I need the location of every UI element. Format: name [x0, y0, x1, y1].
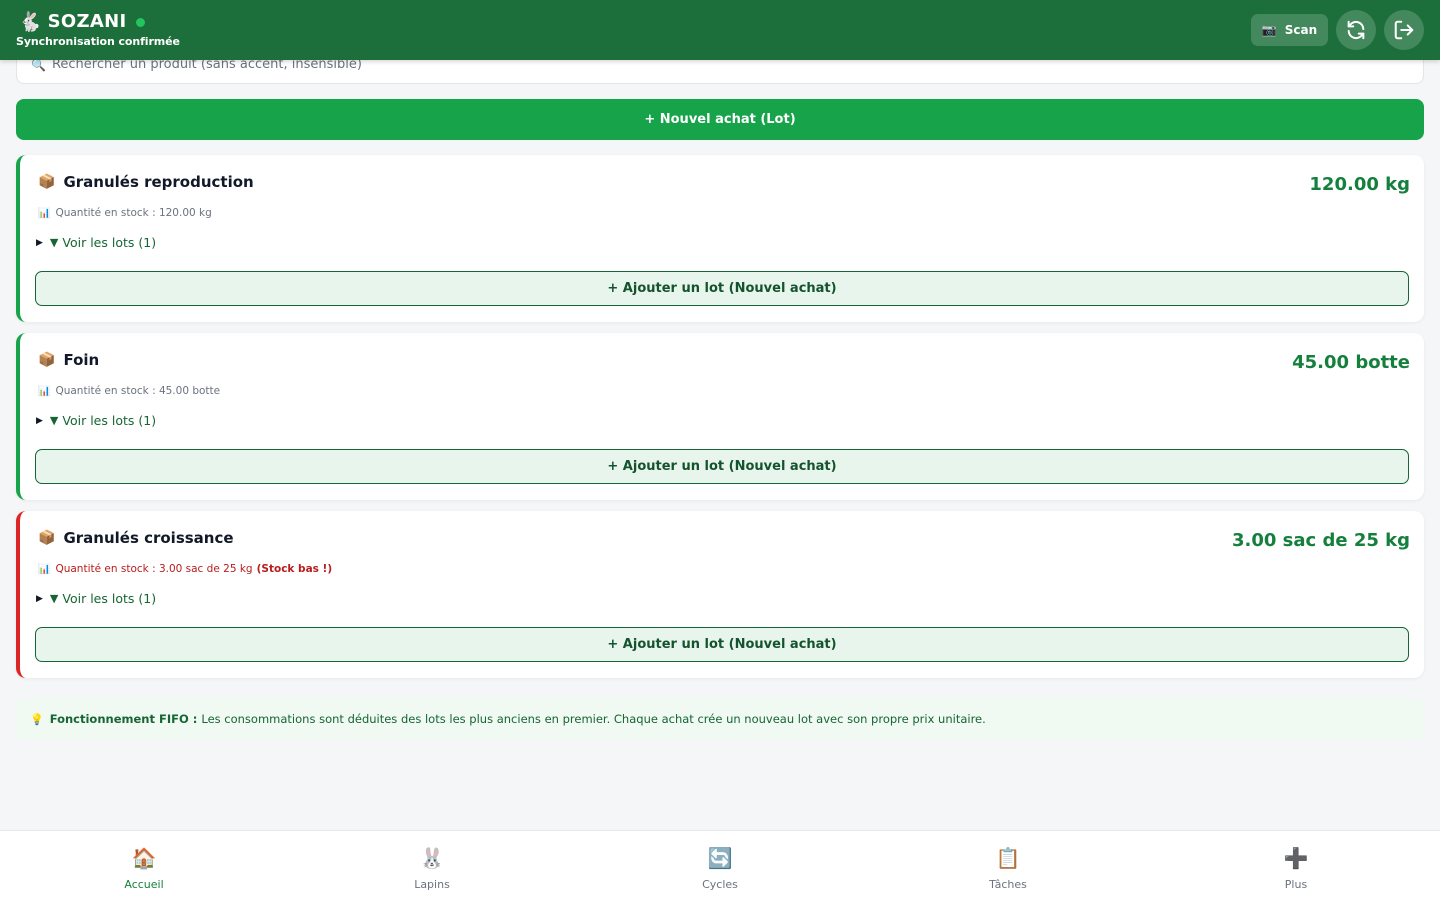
scan-label: Scan — [1284, 23, 1318, 37]
brand: 🐇 SOZANI — [18, 10, 146, 33]
lightbulb-icon: 💡 — [30, 712, 44, 726]
fifo-text: Les consommations sont déduites des lots… — [201, 712, 986, 726]
lots-label: Voir les lots (1) — [62, 591, 157, 606]
stock-text: Quantité en stock : 45.00 botte — [55, 385, 221, 397]
disclosure-triangle-icon: ▶ — [36, 415, 43, 426]
product-quantity: 45.00 botte — [1292, 352, 1410, 373]
nav-item-cycles[interactable]: 🔄 Cycles — [576, 831, 864, 900]
nav-label: Cycles — [702, 878, 738, 891]
logout-icon — [1394, 20, 1414, 40]
product-title: 📦 Foin — [38, 351, 99, 369]
chart-icon: 📊 — [38, 207, 51, 219]
product-quantity: 120.00 kg — [1309, 174, 1410, 195]
disclosure-triangle-icon: ▶ — [36, 593, 43, 604]
brand-name: SOZANI — [47, 11, 127, 32]
stock-info: 📊 Quantité en stock : 120.00 kg — [38, 207, 212, 219]
logout-button[interactable] — [1384, 10, 1424, 50]
nav-label: Accueil — [124, 878, 164, 891]
package-icon: 📦 — [38, 352, 56, 368]
stock-text: Quantité en stock : 3.00 sac de 25 kg — [55, 563, 253, 575]
new-purchase-button[interactable]: + Nouvel achat (Lot) — [16, 99, 1424, 140]
nav-item-plus[interactable]: ➕ Plus — [1152, 831, 1440, 900]
nav-item-accueil[interactable]: 🏠 Accueil — [0, 831, 288, 900]
nav-label: Lapins — [414, 878, 450, 891]
fifo-title: Fonctionnement FIFO : — [49, 712, 198, 726]
home-icon: 🏠 — [131, 846, 157, 870]
sync-status-text: Synchronisation confirmée — [16, 35, 180, 48]
add-lot-button[interactable]: + Ajouter un lot (Nouvel achat) — [35, 627, 1409, 662]
camera-icon: 📷 — [1261, 23, 1277, 37]
bottom-nav: 🏠 Accueil 🐰 Lapins 🔄 Cycles 📋 Tâches ➕ P… — [0, 830, 1440, 900]
disclosure-triangle-icon: ▶ — [36, 237, 43, 248]
low-stock-warning: (Stock bas !) — [256, 563, 333, 575]
product-card: 📦 Foin 45.00 botte 📊 Quantité en stock :… — [16, 333, 1424, 500]
rabbit-icon: 🐇 — [18, 10, 42, 33]
product-card: 📦 Granulés croissance 3.00 sac de 25 kg … — [16, 511, 1424, 678]
lots-label: Voir les lots (1) — [62, 235, 157, 250]
cycle-icon: 🔄 — [707, 846, 733, 870]
app-header: 🐇 SOZANI Synchronisation confirmée 📷 Sca… — [0, 0, 1440, 60]
nav-label: Plus — [1284, 878, 1308, 891]
refresh-icon — [1347, 20, 1365, 40]
lots-toggle[interactable]: ▶ ▼ Voir les lots (1) — [36, 591, 156, 606]
product-card: 📦 Granulés reproduction 120.00 kg 📊 Quan… — [16, 155, 1424, 322]
product-name: Granulés reproduction — [63, 173, 254, 191]
product-name: Granulés croissance — [63, 529, 234, 547]
plus-icon: ➕ — [1283, 846, 1309, 870]
fifo-info: 💡 Fonctionnement FIFO : Les consommation… — [16, 698, 1424, 740]
add-lot-button[interactable]: + Ajouter un lot (Nouvel achat) — [35, 449, 1409, 484]
refresh-button[interactable] — [1336, 10, 1376, 50]
package-icon: 📦 — [38, 530, 56, 546]
stock-info: 📊 Quantité en stock : 3.00 sac de 25 kg … — [38, 563, 332, 575]
stock-info: 📊 Quantité en stock : 45.00 botte — [38, 385, 220, 397]
nav-item-lapins[interactable]: 🐰 Lapins — [288, 831, 576, 900]
lots-label: Voir les lots (1) — [62, 413, 157, 428]
lots-toggle[interactable]: ▶ ▼ Voir les lots (1) — [36, 235, 156, 250]
scan-button[interactable]: 📷 Scan — [1251, 14, 1328, 46]
package-icon: 📦 — [38, 174, 56, 190]
add-lot-button[interactable]: + Ajouter un lot (Nouvel achat) — [35, 271, 1409, 306]
product-name: Foin — [63, 351, 100, 369]
product-title: 📦 Granulés croissance — [38, 529, 234, 547]
chart-icon: 📊 — [38, 385, 51, 397]
nav-label: Tâches — [989, 878, 1027, 891]
down-triangle-icon: ▼ — [49, 592, 59, 605]
down-triangle-icon: ▼ — [49, 236, 59, 249]
lots-toggle[interactable]: ▶ ▼ Voir les lots (1) — [36, 413, 156, 428]
product-title: 📦 Granulés reproduction — [38, 173, 254, 191]
sync-status-dot — [136, 17, 146, 27]
clipboard-icon: 📋 — [995, 846, 1021, 870]
down-triangle-icon: ▼ — [49, 414, 59, 427]
stock-text: Quantité en stock : 120.00 kg — [55, 207, 212, 219]
product-quantity: 3.00 sac de 25 kg — [1231, 530, 1410, 551]
chart-icon: 📊 — [38, 563, 51, 575]
nav-item-taches[interactable]: 📋 Tâches — [864, 831, 1152, 900]
search-icon: 🔍 — [31, 58, 46, 72]
rabbit-face-icon: 🐰 — [419, 846, 445, 870]
